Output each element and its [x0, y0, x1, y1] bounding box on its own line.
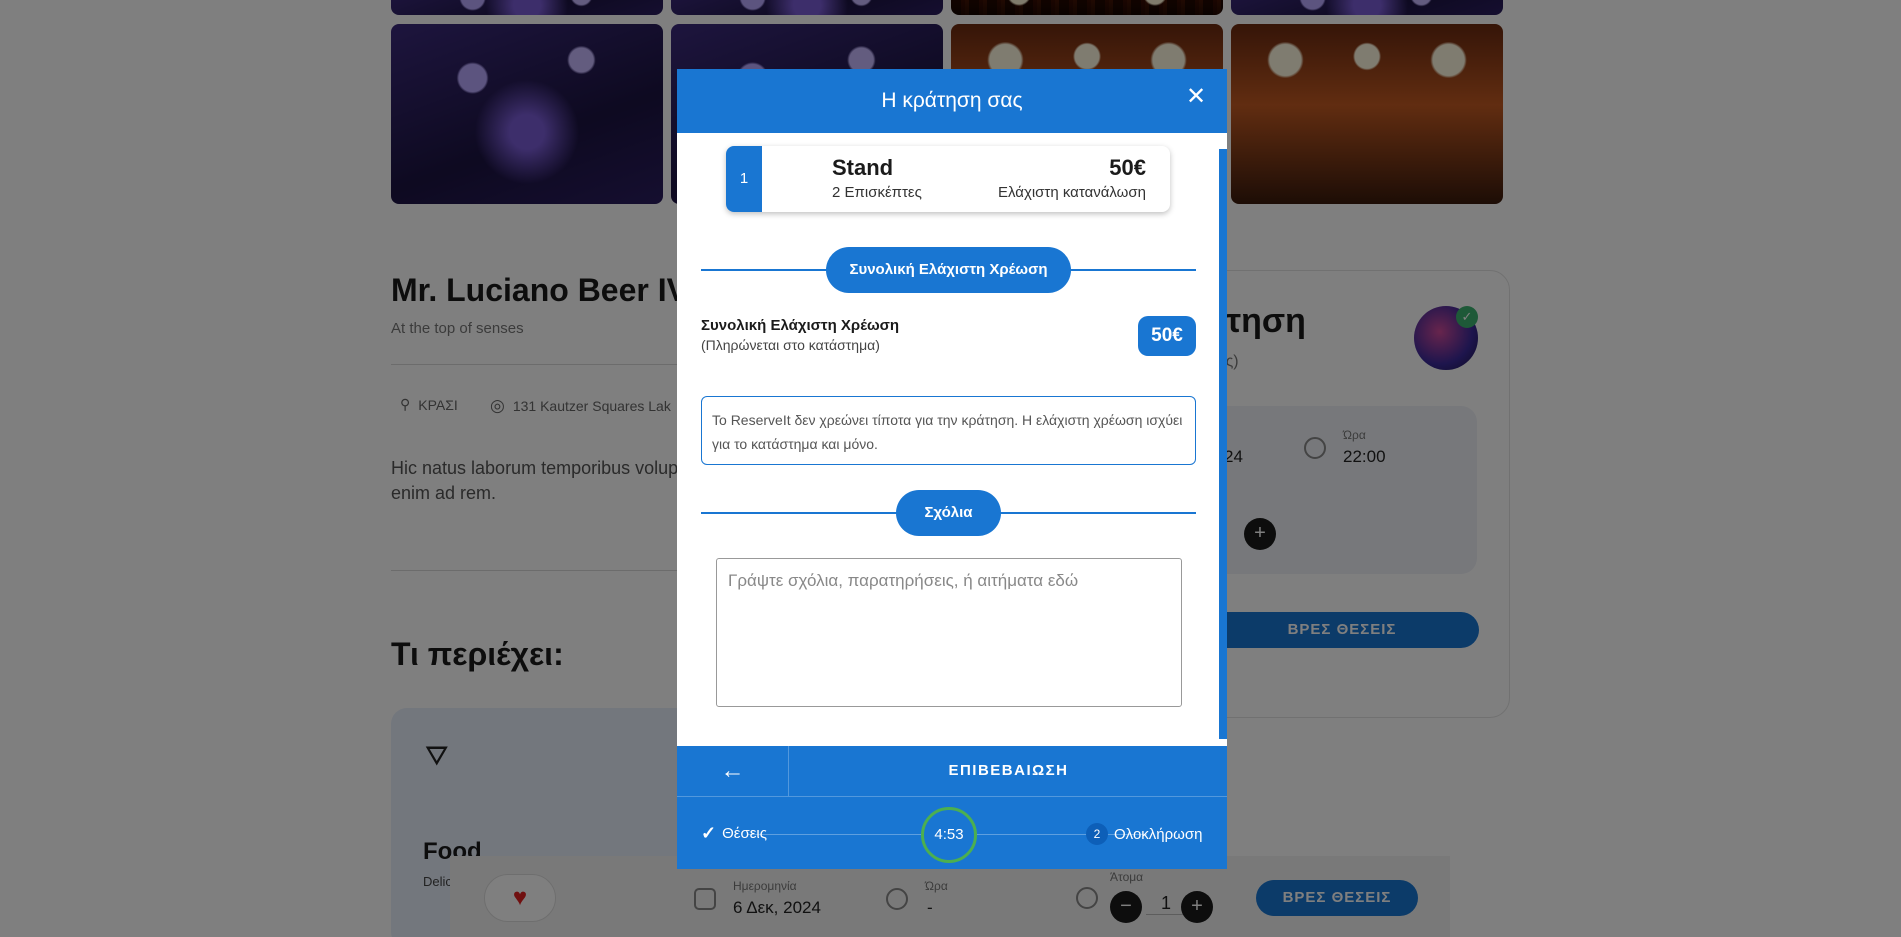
step-seats-label: Θέσεις: [722, 825, 767, 842]
arrow-left-icon: ←: [720, 757, 745, 784]
close-icon[interactable]: ✕: [1182, 83, 1210, 111]
booking-item-number: 1: [726, 146, 762, 212]
step-seats[interactable]: ✓ Θέσεις: [701, 823, 767, 844]
step-number-badge: 2: [1086, 823, 1108, 845]
booking-item-card: 1 Stand 2 Επισκέπτες 50€ Ελάχιστη κατανά…: [726, 146, 1170, 212]
scrollbar[interactable]: [1219, 149, 1227, 739]
back-button[interactable]: ←: [677, 746, 789, 796]
total-charge-label: Συνολική Ελάχιστη Χρέωση: [701, 317, 900, 334]
booking-item-guests: 2 Επισκέπτες: [832, 184, 922, 201]
comments-section-pill: Σχόλια: [896, 490, 1001, 536]
booking-modal: Η κράτηση σας ✕ 1 Stand 2 Επισκέπτες 50€…: [677, 69, 1227, 869]
modal-title: Η κράτηση σας: [881, 89, 1023, 112]
check-icon: ✓: [701, 823, 717, 843]
total-charge-value: 50€: [1138, 316, 1196, 356]
total-section-pill: Συνολική Ελάχιστη Χρέωση: [826, 247, 1071, 293]
total-charge-note: (Πληρώνεται στο κατάστημα): [701, 337, 880, 353]
countdown-timer: 4:53: [921, 807, 977, 863]
booking-item-name: Stand: [832, 155, 894, 180]
modal-header: Η κράτηση σας ✕: [677, 69, 1227, 133]
comments-input[interactable]: [716, 558, 1182, 707]
step-complete: 2 Ολοκλήρωση: [1086, 823, 1202, 845]
modal-footer: ← ΕΠΙΒΕΒΑΙΩΣΗ ✓ Θέσεις 4:53 2 Ολοκλήρωση: [677, 746, 1227, 869]
confirm-button[interactable]: ΕΠΙΒΕΒΑΙΩΣΗ: [790, 746, 1227, 796]
footer-divider: [677, 796, 1227, 797]
booking-item-price-note: Ελάχιστη κατανάλωση: [998, 184, 1146, 201]
info-notice: Το ReserveIt δεν χρεώνει τίποτα για την …: [701, 396, 1196, 465]
booking-item-price: 50€: [1109, 155, 1146, 180]
step-complete-label: Ολοκλήρωση: [1114, 825, 1203, 843]
